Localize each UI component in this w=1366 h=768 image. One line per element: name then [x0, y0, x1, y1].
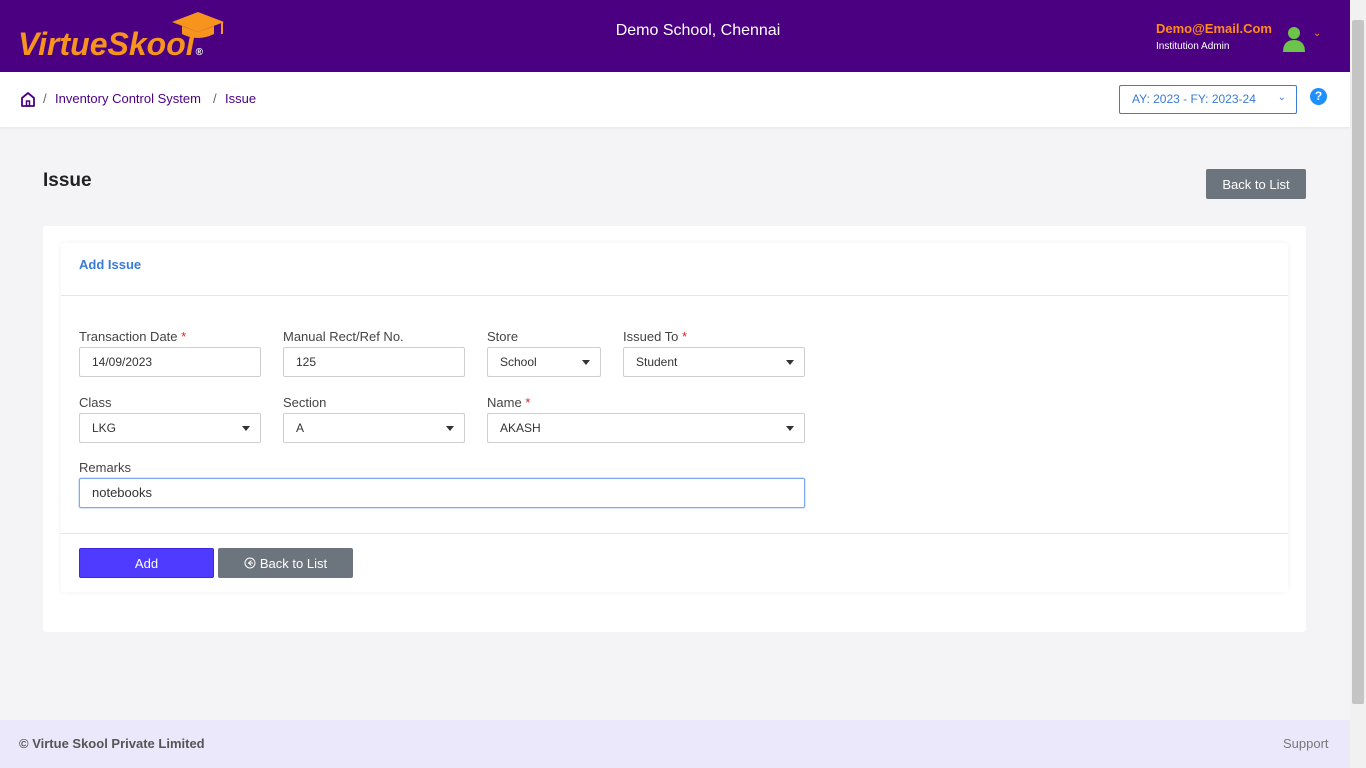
breadcrumb-inventory[interactable]: Inventory Control System	[55, 91, 201, 106]
section-select[interactable]: A	[283, 413, 465, 443]
card-title: Add Issue	[79, 257, 142, 272]
page-title: Issue	[43, 170, 92, 191]
back-to-list-label: Back to List	[259, 555, 328, 571]
copyright-text: © Virtue Skool Private Limited	[19, 736, 205, 751]
manual-ref-label: Manual Rect/Ref No.	[283, 329, 404, 344]
issued-to-label: Issued To *	[623, 329, 688, 344]
class-select[interactable]: LKG	[79, 413, 261, 443]
breadcrumb-separator: /	[213, 91, 217, 106]
issued-to-select[interactable]: Student	[623, 347, 805, 377]
store-select[interactable]: School	[487, 347, 601, 377]
breadcrumb-separator: /	[43, 91, 47, 106]
user-email[interactable]: Demo@Email.Com	[1156, 21, 1272, 36]
divider	[61, 533, 1288, 534]
breadcrumb-issue: Issue	[225, 91, 257, 106]
class-label: Class	[79, 395, 112, 410]
user-avatar-icon[interactable]	[1283, 26, 1305, 52]
footer: © Virtue Skool Private Limited Support	[0, 720, 1350, 768]
home-icon[interactable]	[20, 91, 36, 107]
back-arrow-icon	[244, 557, 256, 569]
divider	[61, 295, 1288, 296]
back-to-list-button[interactable]: Back to List	[1206, 169, 1306, 199]
scrollbar-thumb[interactable]	[1352, 20, 1364, 704]
add-button[interactable]: Add	[79, 548, 214, 578]
transaction-date-input[interactable]: 14/09/2023	[79, 347, 261, 377]
chevron-down-icon: ⌄	[1277, 92, 1286, 103]
breadcrumb-bar: / Inventory Control System / Issue AY: 2…	[0, 72, 1350, 127]
remarks-label: Remarks	[79, 460, 132, 475]
help-icon[interactable]: ?	[1310, 88, 1327, 105]
name-select[interactable]: AKASH	[487, 413, 805, 443]
name-label: Name *	[487, 395, 531, 410]
user-role: Institution Admin	[1156, 41, 1230, 52]
chevron-down-icon[interactable]: ⌄	[1313, 28, 1321, 39]
academic-year-value: AY: 2023 - FY: 2023-24	[1132, 92, 1256, 106]
top-header: VirtueSkool® Demo School, Chennai Demo@E…	[0, 0, 1350, 72]
support-link[interactable]: Support	[1283, 736, 1329, 751]
section-label: Section	[283, 395, 327, 410]
academic-year-select[interactable]: AY: 2023 - FY: 2023-24 ⌄	[1119, 85, 1297, 114]
back-to-list-bottom-button[interactable]: Back to List	[218, 548, 353, 578]
manual-ref-input[interactable]: 125	[283, 347, 465, 377]
store-label: Store	[487, 329, 519, 344]
transaction-date-label: Transaction Date *	[79, 329, 187, 344]
remarks-input[interactable]: notebooks	[79, 478, 805, 508]
